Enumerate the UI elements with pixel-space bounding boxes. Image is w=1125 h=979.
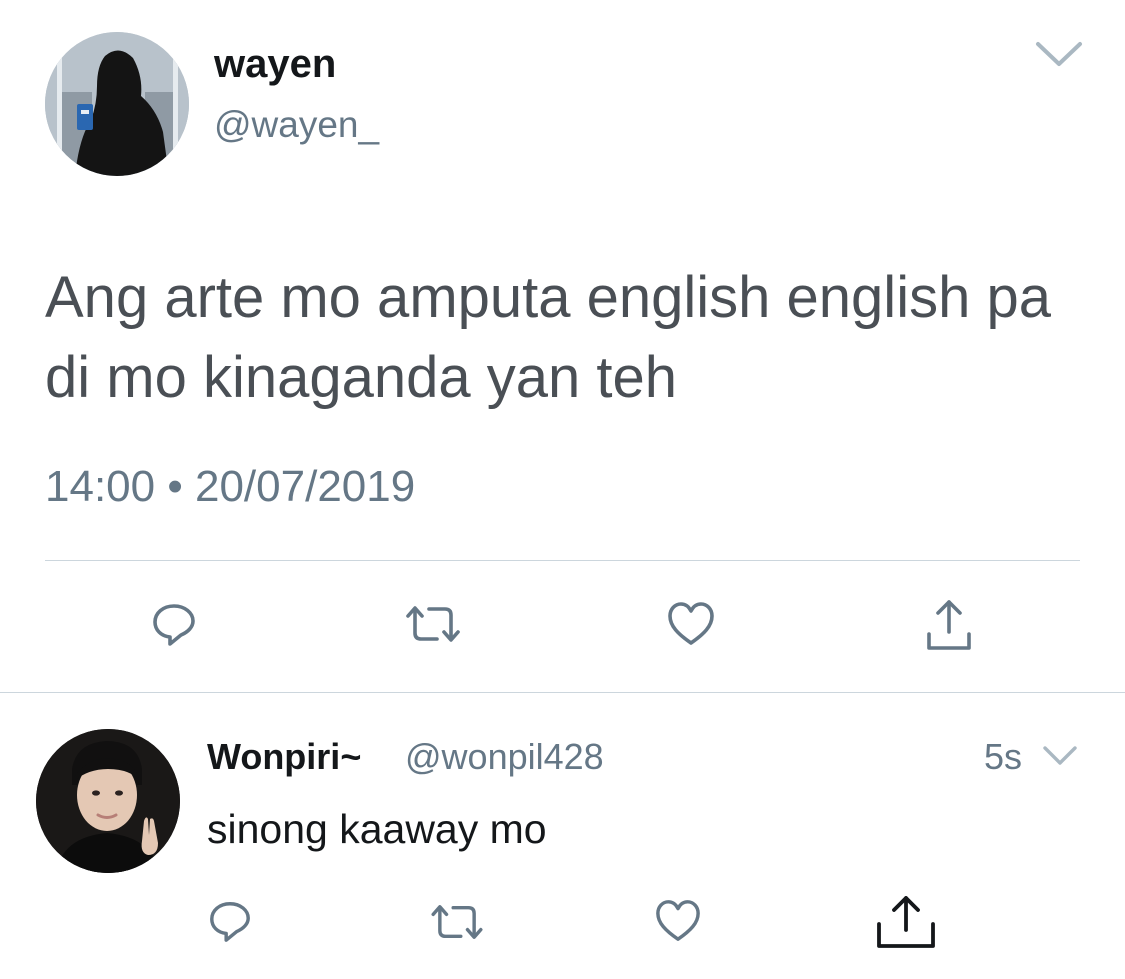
author-name[interactable]: wayen (214, 42, 336, 87)
avatar-silhouette-window-icon (45, 32, 189, 176)
chevron-down-icon[interactable] (1034, 38, 1084, 70)
share-icon (927, 600, 971, 650)
share-icon (877, 896, 935, 948)
tweet-date: 20/07/2019 (194, 462, 416, 511)
avatar[interactable] (36, 729, 180, 873)
main-tweet: wayen @wayen_ Ang arte mo amputa english… (0, 0, 1125, 692)
tweet-text: Ang arte mo amputa english english pa di… (45, 265, 1051, 410)
retweet-icon (431, 905, 483, 939)
like-icon (668, 602, 714, 645)
share-button[interactable] (925, 598, 973, 652)
like-button[interactable] (654, 898, 702, 944)
reply-button[interactable] (150, 600, 198, 648)
like-button[interactable] (666, 600, 716, 648)
author-handle[interactable]: @wonpil428 (405, 736, 604, 778)
chevron-down-icon[interactable] (1042, 744, 1078, 768)
divider (0, 692, 1125, 693)
reply-button[interactable] (207, 898, 253, 944)
reply-icon (153, 604, 195, 646)
share-button[interactable] (875, 894, 937, 950)
divider (45, 560, 1080, 561)
avatar-person-peace-sign-icon (36, 729, 180, 873)
author-name[interactable]: Wonpiri~ (207, 736, 361, 778)
retweet-button[interactable] (430, 902, 484, 942)
retweet-button[interactable] (405, 603, 461, 645)
reply-icon (210, 902, 250, 942)
tweet-time-ago[interactable]: 5s (984, 736, 1022, 778)
author-handle[interactable]: @wayen_ (214, 104, 379, 146)
tweet-timestamp: 14:00 • 20/07/2019 (45, 462, 415, 512)
timestamp-separator: • (167, 462, 183, 511)
retweet-icon (406, 606, 460, 642)
tweet-time: 14:00 (45, 462, 156, 511)
like-icon (656, 900, 700, 941)
tweet-text: sinong kaaway mo (207, 806, 547, 852)
avatar[interactable] (45, 32, 189, 176)
